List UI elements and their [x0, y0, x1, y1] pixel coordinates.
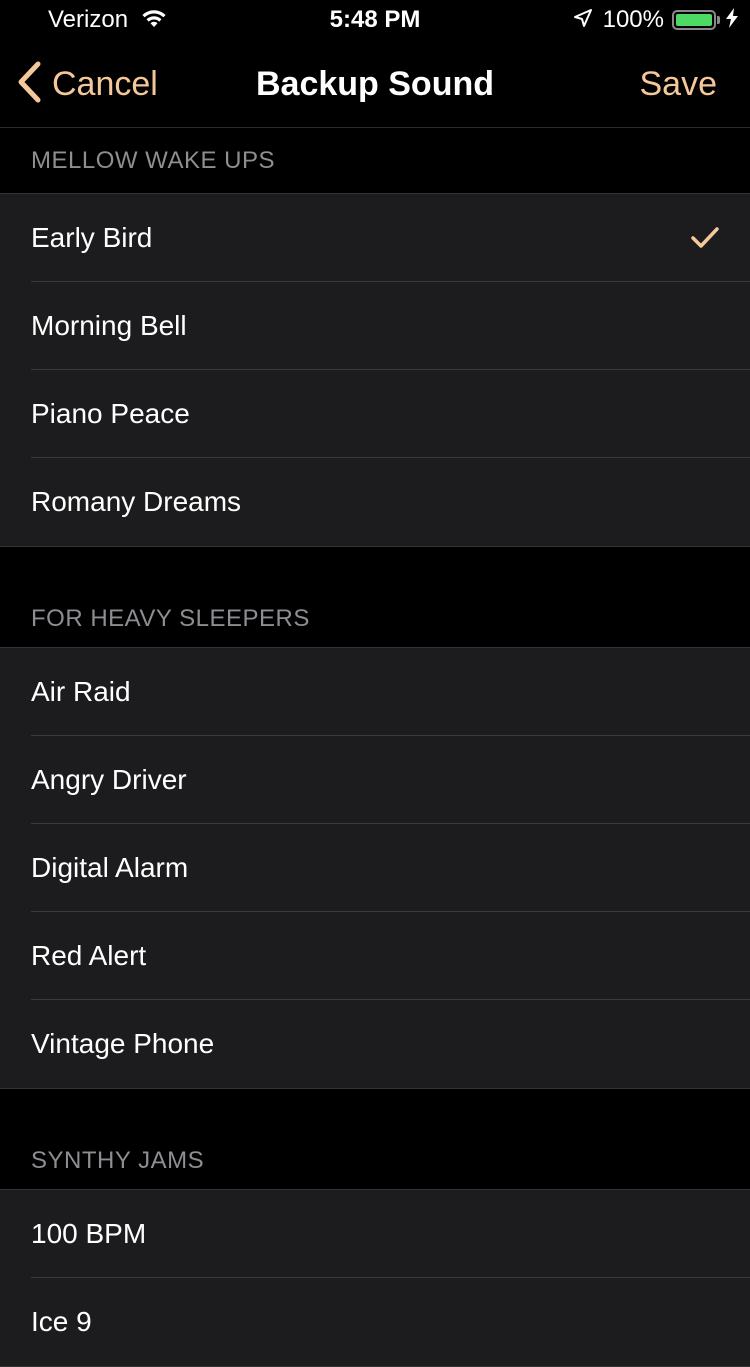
sound-option-label: Piano Peace [31, 398, 190, 429]
sound-option-row[interactable]: Vintage Phone [0, 1000, 750, 1088]
section-list: Air Raid Angry Driver Digital Alarm Red Ale… [0, 648, 750, 1089]
section-header: FOR HEAVY SLEEPERS [0, 547, 750, 648]
location-arrow-icon [573, 8, 593, 33]
save-button[interactable]: Save [640, 40, 718, 128]
sound-option-row[interactable]: Romany Dreams [0, 458, 750, 546]
sound-option-row[interactable]: Early Bird [0, 194, 750, 282]
cancel-button[interactable]: Cancel [16, 40, 158, 128]
battery-icon [672, 10, 716, 30]
section-header: MELLOW WAKE UPS [0, 128, 750, 194]
battery-level [676, 14, 712, 26]
section-header: SYNTHY JAMS [0, 1089, 750, 1190]
sound-option-row[interactable]: Red Alert [0, 912, 750, 1000]
sound-option-label: Romany Dreams [31, 486, 242, 517]
section-list: 100 BPM Ice 9 [0, 1190, 750, 1367]
battery-percent: 100% [602, 6, 664, 33]
sound-option-label: Morning Bell [31, 310, 187, 341]
sound-option-label: Angry Driver [31, 764, 187, 795]
sound-option-label: Red Alert [31, 940, 147, 971]
cancel-label: Cancel [52, 64, 158, 103]
sound-option-row[interactable]: Digital Alarm [0, 824, 750, 912]
sound-option-row[interactable]: Angry Driver [0, 736, 750, 824]
sound-option-row[interactable]: Air Raid [0, 648, 750, 736]
sound-option-row[interactable]: Morning Bell [0, 282, 750, 370]
sound-option-row[interactable]: 100 BPM [0, 1190, 750, 1278]
sound-option-label: Early Bird [31, 222, 153, 253]
sound-option-label: Air Raid [31, 676, 131, 707]
chevron-left-icon [16, 60, 42, 109]
sound-option-label: Ice 9 [31, 1306, 92, 1337]
status-bar-right: 100% [573, 6, 738, 34]
sound-option-row[interactable]: Ice 9 [0, 1278, 750, 1366]
section-list: Early Bird Morning Bell Piano Peace Romany … [0, 194, 750, 547]
sound-option-label: 100 BPM [31, 1218, 147, 1249]
checkmark-icon [691, 227, 719, 248]
sound-option-label: Vintage Phone [31, 1028, 215, 1059]
sound-option-row[interactable]: Piano Peace [0, 370, 750, 458]
status-bar: Verizon 5:48 PM 100% [0, 0, 750, 40]
sound-list: MELLOW WAKE UPS Early Bird Morning Bell Pia… [0, 128, 750, 1367]
sound-option-label: Digital Alarm [31, 852, 189, 883]
navigation-bar: Cancel Backup Sound Save [0, 40, 750, 128]
bolt-icon [726, 7, 738, 33]
battery-nub [717, 16, 720, 24]
